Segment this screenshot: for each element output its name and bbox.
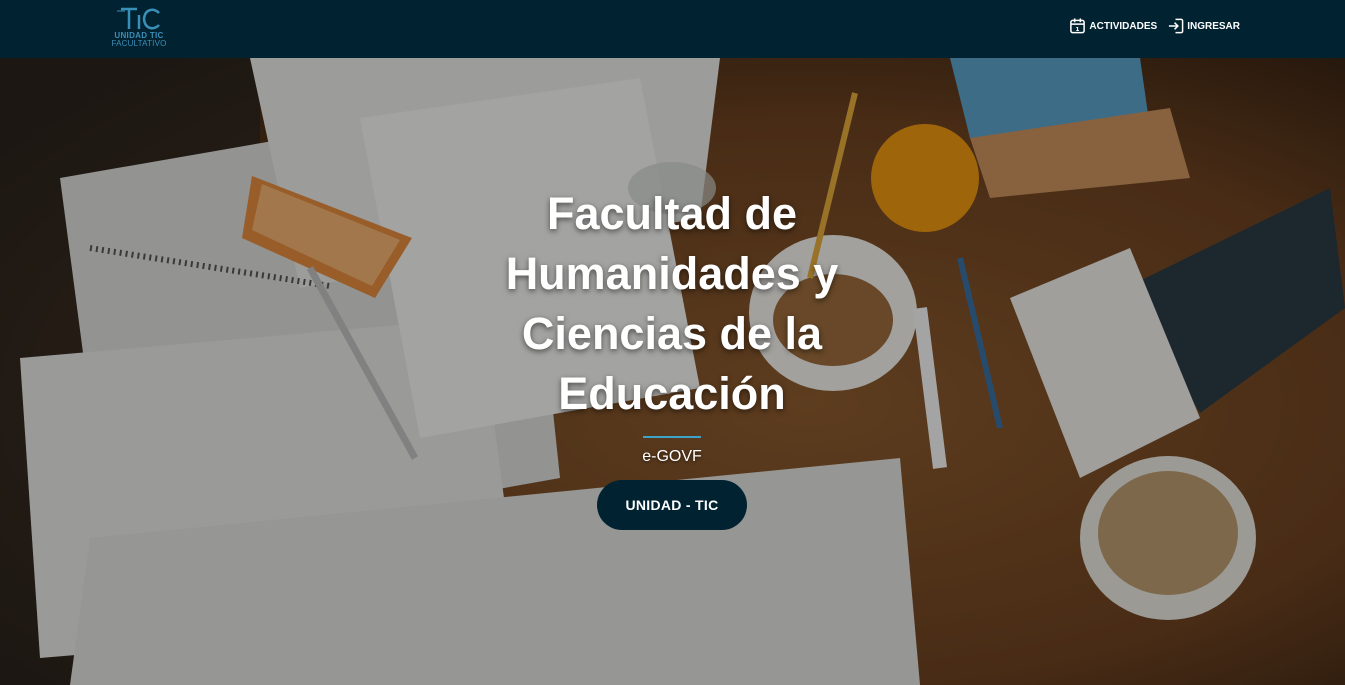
- login-icon: [1169, 18, 1184, 34]
- nav-actividades-label: ACTIVIDADES: [1089, 20, 1158, 32]
- hero-title-line: Facultad de: [546, 188, 798, 239]
- calendar-icon: 1: [1070, 18, 1086, 34]
- title-divider: [643, 436, 701, 438]
- nav-ingresar-link[interactable]: INGRESAR: [1167, 16, 1240, 36]
- tic-logo-mark: [117, 7, 160, 30]
- hero-title: Facultad de Humanidades y Ciencias de la…: [372, 184, 972, 424]
- hero-title-line: Humanidades y: [505, 248, 839, 299]
- navbar: UNIDAD TIC FACULTATIVO 1 ACTIVIDADES ING…: [0, 0, 1345, 58]
- logo-text-line2: FACULTATIVO: [111, 39, 167, 48]
- main-nav: 1 ACTIVIDADES INGRESAR: [1069, 16, 1240, 36]
- svg-text:1: 1: [1076, 27, 1080, 33]
- hero-title-line: Ciencias de la: [521, 308, 823, 359]
- hero-subtitle: e-GOVF: [642, 448, 702, 465]
- hero-title-line: Educación: [558, 368, 786, 419]
- nav-actividades-link[interactable]: 1 ACTIVIDADES: [1069, 16, 1157, 36]
- site-logo[interactable]: UNIDAD TIC FACULTATIVO: [108, 5, 170, 49]
- hero-section: Facultad de Humanidades y Ciencias de la…: [0, 58, 1345, 685]
- nav-ingresar-label: INGRESAR: [1187, 20, 1240, 32]
- unidad-tic-button[interactable]: UNIDAD - TIC: [597, 480, 747, 530]
- hero-content: Facultad de Humanidades y Ciencias de la…: [372, 184, 972, 530]
